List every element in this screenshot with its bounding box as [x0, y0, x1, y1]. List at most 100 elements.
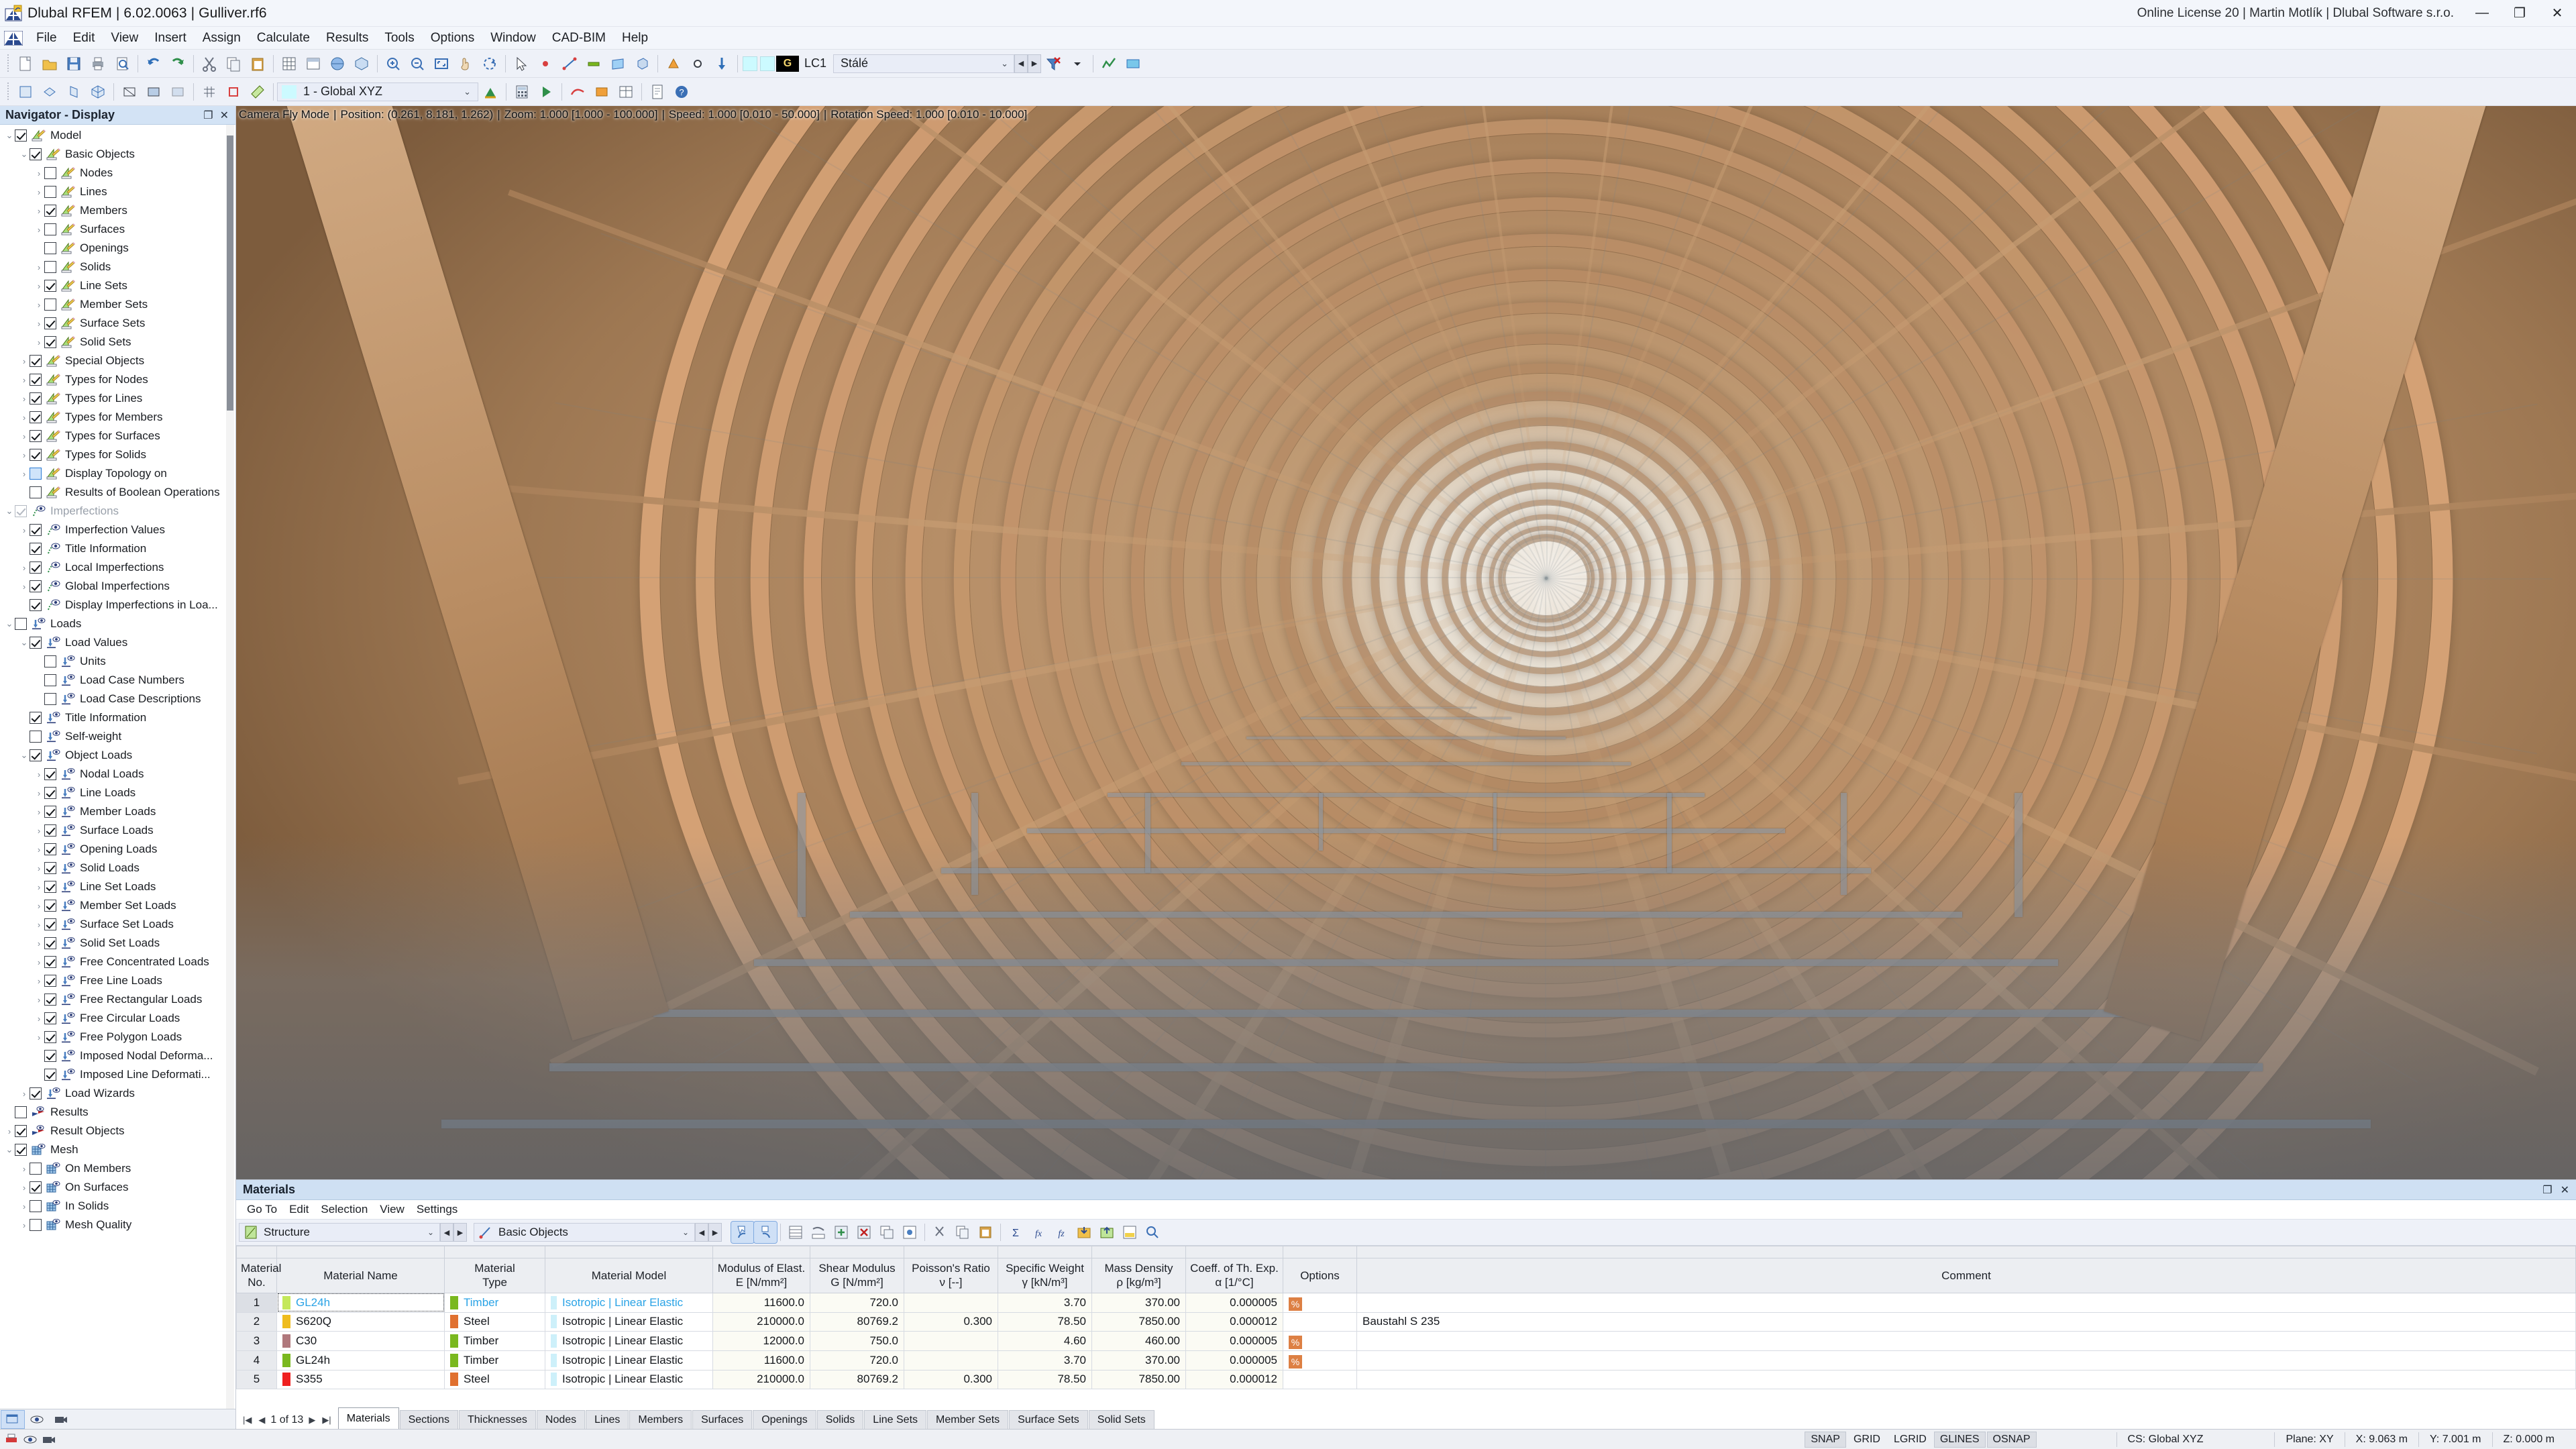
tree-item-solids[interactable]: › Solids: [0, 258, 235, 276]
export-icon[interactable]: [1095, 1222, 1118, 1243]
cell-material-model[interactable]: Isotropic | Linear Elastic: [545, 1350, 713, 1371]
cell-poisson-ratio[interactable]: 0.300: [904, 1311, 998, 1332]
tree-checkbox[interactable]: [44, 693, 56, 705]
table-row[interactable]: 5 S355 Steel Isotropic | Linear Elastic 2100…: [236, 1369, 2576, 1389]
close-button[interactable]: ✕: [2538, 0, 2576, 27]
view-iso-icon[interactable]: [86, 80, 110, 104]
paste-icon[interactable]: [246, 52, 270, 76]
chevron-right-icon[interactable]: ›: [19, 375, 30, 385]
tree-item-free-rectangular-loads[interactable]: › Free Rectangular Loads: [0, 990, 235, 1009]
select-icon[interactable]: [509, 52, 533, 76]
tree-checkbox[interactable]: [44, 280, 56, 292]
tree-item-load-wizards[interactable]: › Load Wizards: [0, 1084, 235, 1103]
tree-item-object-loads[interactable]: ⌄ Object Loads: [0, 746, 235, 765]
tree-checkbox[interactable]: [30, 1181, 42, 1193]
zoom-in-icon[interactable]: [381, 52, 405, 76]
tree-item-imperfection-values[interactable]: › Imperfection Values: [0, 521, 235, 539]
menu-item-help[interactable]: Help: [614, 29, 656, 47]
load-case-select[interactable]: Stálé ⌄: [833, 54, 1015, 73]
tree-item-line-set-loads[interactable]: › Line Set Loads: [0, 877, 235, 896]
cell-material-no[interactable]: 1: [236, 1292, 277, 1313]
navigator-scrollbar-thumb[interactable]: [227, 136, 233, 411]
open-file-icon[interactable]: [38, 52, 62, 76]
chevron-right-icon[interactable]: ›: [34, 938, 44, 949]
tree-checkbox[interactable]: [44, 1050, 56, 1062]
select-in-table-icon[interactable]: [753, 1221, 777, 1244]
tree-item-mesh[interactable]: ⌄ Mesh: [0, 1140, 235, 1159]
tab-surfaces[interactable]: Surfaces: [692, 1410, 753, 1429]
chevron-right-icon[interactable]: ›: [19, 1201, 30, 1212]
cell-thermal-expansion[interactable]: 0.000012: [1185, 1311, 1283, 1332]
tree-checkbox[interactable]: [30, 355, 42, 367]
cell-mass-density[interactable]: 7850.00: [1091, 1311, 1186, 1332]
load-case-next-button[interactable]: ▶: [1028, 54, 1042, 73]
tree-checkbox[interactable]: [44, 223, 56, 235]
print-icon[interactable]: [86, 52, 110, 76]
tree-checkbox[interactable]: [30, 468, 42, 480]
zoom-out-icon[interactable]: [405, 52, 429, 76]
tree-item-basic-objects[interactable]: ⌄ Basic Objects: [0, 145, 235, 164]
tree-checkbox[interactable]: [30, 392, 42, 405]
show-all-rows-icon[interactable]: [784, 1222, 807, 1243]
cell-modulus-elasticity[interactable]: 12000.0: [712, 1330, 810, 1351]
filter-dropdown-icon[interactable]: [1065, 52, 1089, 76]
sort-rows-icon[interactable]: [807, 1222, 830, 1243]
tree-checkbox[interactable]: [30, 1219, 42, 1231]
tree-item-display-imperfections-in-loa[interactable]: Display Imperfections in Loa...: [0, 596, 235, 614]
tab-thicknesses[interactable]: Thicknesses: [458, 1410, 536, 1429]
menu-item-cad-bim[interactable]: CAD-BIM: [544, 29, 614, 47]
redo-icon[interactable]: [166, 52, 190, 76]
object-filter-next[interactable]: ▶: [708, 1223, 722, 1242]
tab-member-sets[interactable]: Member Sets: [927, 1410, 1009, 1429]
chevron-down-icon[interactable]: ⌄: [4, 619, 15, 629]
tree-item-solid-loads[interactable]: › Solid Loads: [0, 859, 235, 877]
chevron-right-icon[interactable]: ›: [34, 957, 44, 967]
tab-sections[interactable]: Sections: [399, 1410, 458, 1429]
node-icon[interactable]: [533, 52, 557, 76]
chevron-right-icon[interactable]: ›: [19, 582, 30, 592]
cell-mass-density[interactable]: 370.00: [1091, 1292, 1186, 1313]
snap-toggle-snap[interactable]: SNAP: [1805, 1431, 1846, 1448]
tree-checkbox[interactable]: [44, 975, 56, 987]
cell-comment[interactable]: [1356, 1292, 2576, 1313]
tree-item-imposed-line-deformati[interactable]: Imposed Line Deformati...: [0, 1065, 235, 1084]
deformation-icon[interactable]: [566, 80, 590, 104]
coordinate-system-select[interactable]: 1 - Global XYZ ⌄: [277, 82, 478, 101]
column-header-g-n-mm-[interactable]: Shear Modulus G [N/mm²]: [810, 1258, 904, 1293]
column-header--kn-m-[interactable]: Specific Weight γ [kN/m³]: [998, 1258, 1092, 1293]
cut-cell-icon[interactable]: [928, 1222, 951, 1243]
cell-modulus-elasticity[interactable]: 210000.0: [712, 1369, 810, 1389]
tree-checkbox[interactable]: [15, 1144, 27, 1156]
materials-restore-button[interactable]: ❐: [2542, 1183, 2552, 1197]
cell-material-no[interactable]: 3: [236, 1330, 277, 1351]
column-header-comment[interactable]: Comment: [1356, 1258, 2576, 1293]
results-table-icon[interactable]: [614, 80, 638, 104]
view-side-icon[interactable]: [62, 80, 86, 104]
tree-item-imposed-nodal-deforma[interactable]: Imposed Nodal Deforma...: [0, 1046, 235, 1065]
snap-toggle-lgrid[interactable]: LGRID: [1888, 1432, 1932, 1447]
chevron-right-icon[interactable]: ›: [34, 262, 44, 272]
grid-view-icon[interactable]: [277, 52, 301, 76]
chevron-right-icon[interactable]: ›: [19, 1183, 30, 1193]
tree-checkbox[interactable]: [44, 167, 56, 179]
chevron-right-icon[interactable]: ›: [19, 394, 30, 404]
cell-comment[interactable]: Baustahl S 235: [1356, 1311, 2576, 1332]
cell-poisson-ratio[interactable]: 0.300: [904, 1369, 998, 1389]
tab-nodes[interactable]: Nodes: [536, 1410, 586, 1429]
navigator-close-button[interactable]: ✕: [220, 109, 229, 122]
run-calculation-icon[interactable]: [534, 80, 558, 104]
cell-mass-density[interactable]: 370.00: [1091, 1350, 1186, 1371]
filter-icon[interactable]: [1041, 52, 1065, 76]
tree-item-members[interactable]: › Members: [0, 201, 235, 220]
cell-mass-density[interactable]: 7850.00: [1091, 1369, 1186, 1389]
menu-item-edit[interactable]: Edit: [65, 29, 103, 47]
transparent-icon[interactable]: [166, 80, 190, 104]
cell-shear-modulus[interactable]: 720.0: [810, 1350, 904, 1371]
tree-item-surfaces[interactable]: › Surfaces: [0, 220, 235, 239]
chevron-down-icon[interactable]: ⌄: [4, 1144, 15, 1155]
cell-material-name[interactable]: S620Q: [276, 1311, 445, 1332]
tree-item-types-for-lines[interactable]: › Types for Lines: [0, 389, 235, 408]
tree-checkbox[interactable]: [30, 486, 42, 498]
cell-options[interactable]: %: [1283, 1292, 1357, 1313]
column-header--1-c-[interactable]: Coeff. of Th. Exp. α [1/°C]: [1185, 1258, 1283, 1293]
